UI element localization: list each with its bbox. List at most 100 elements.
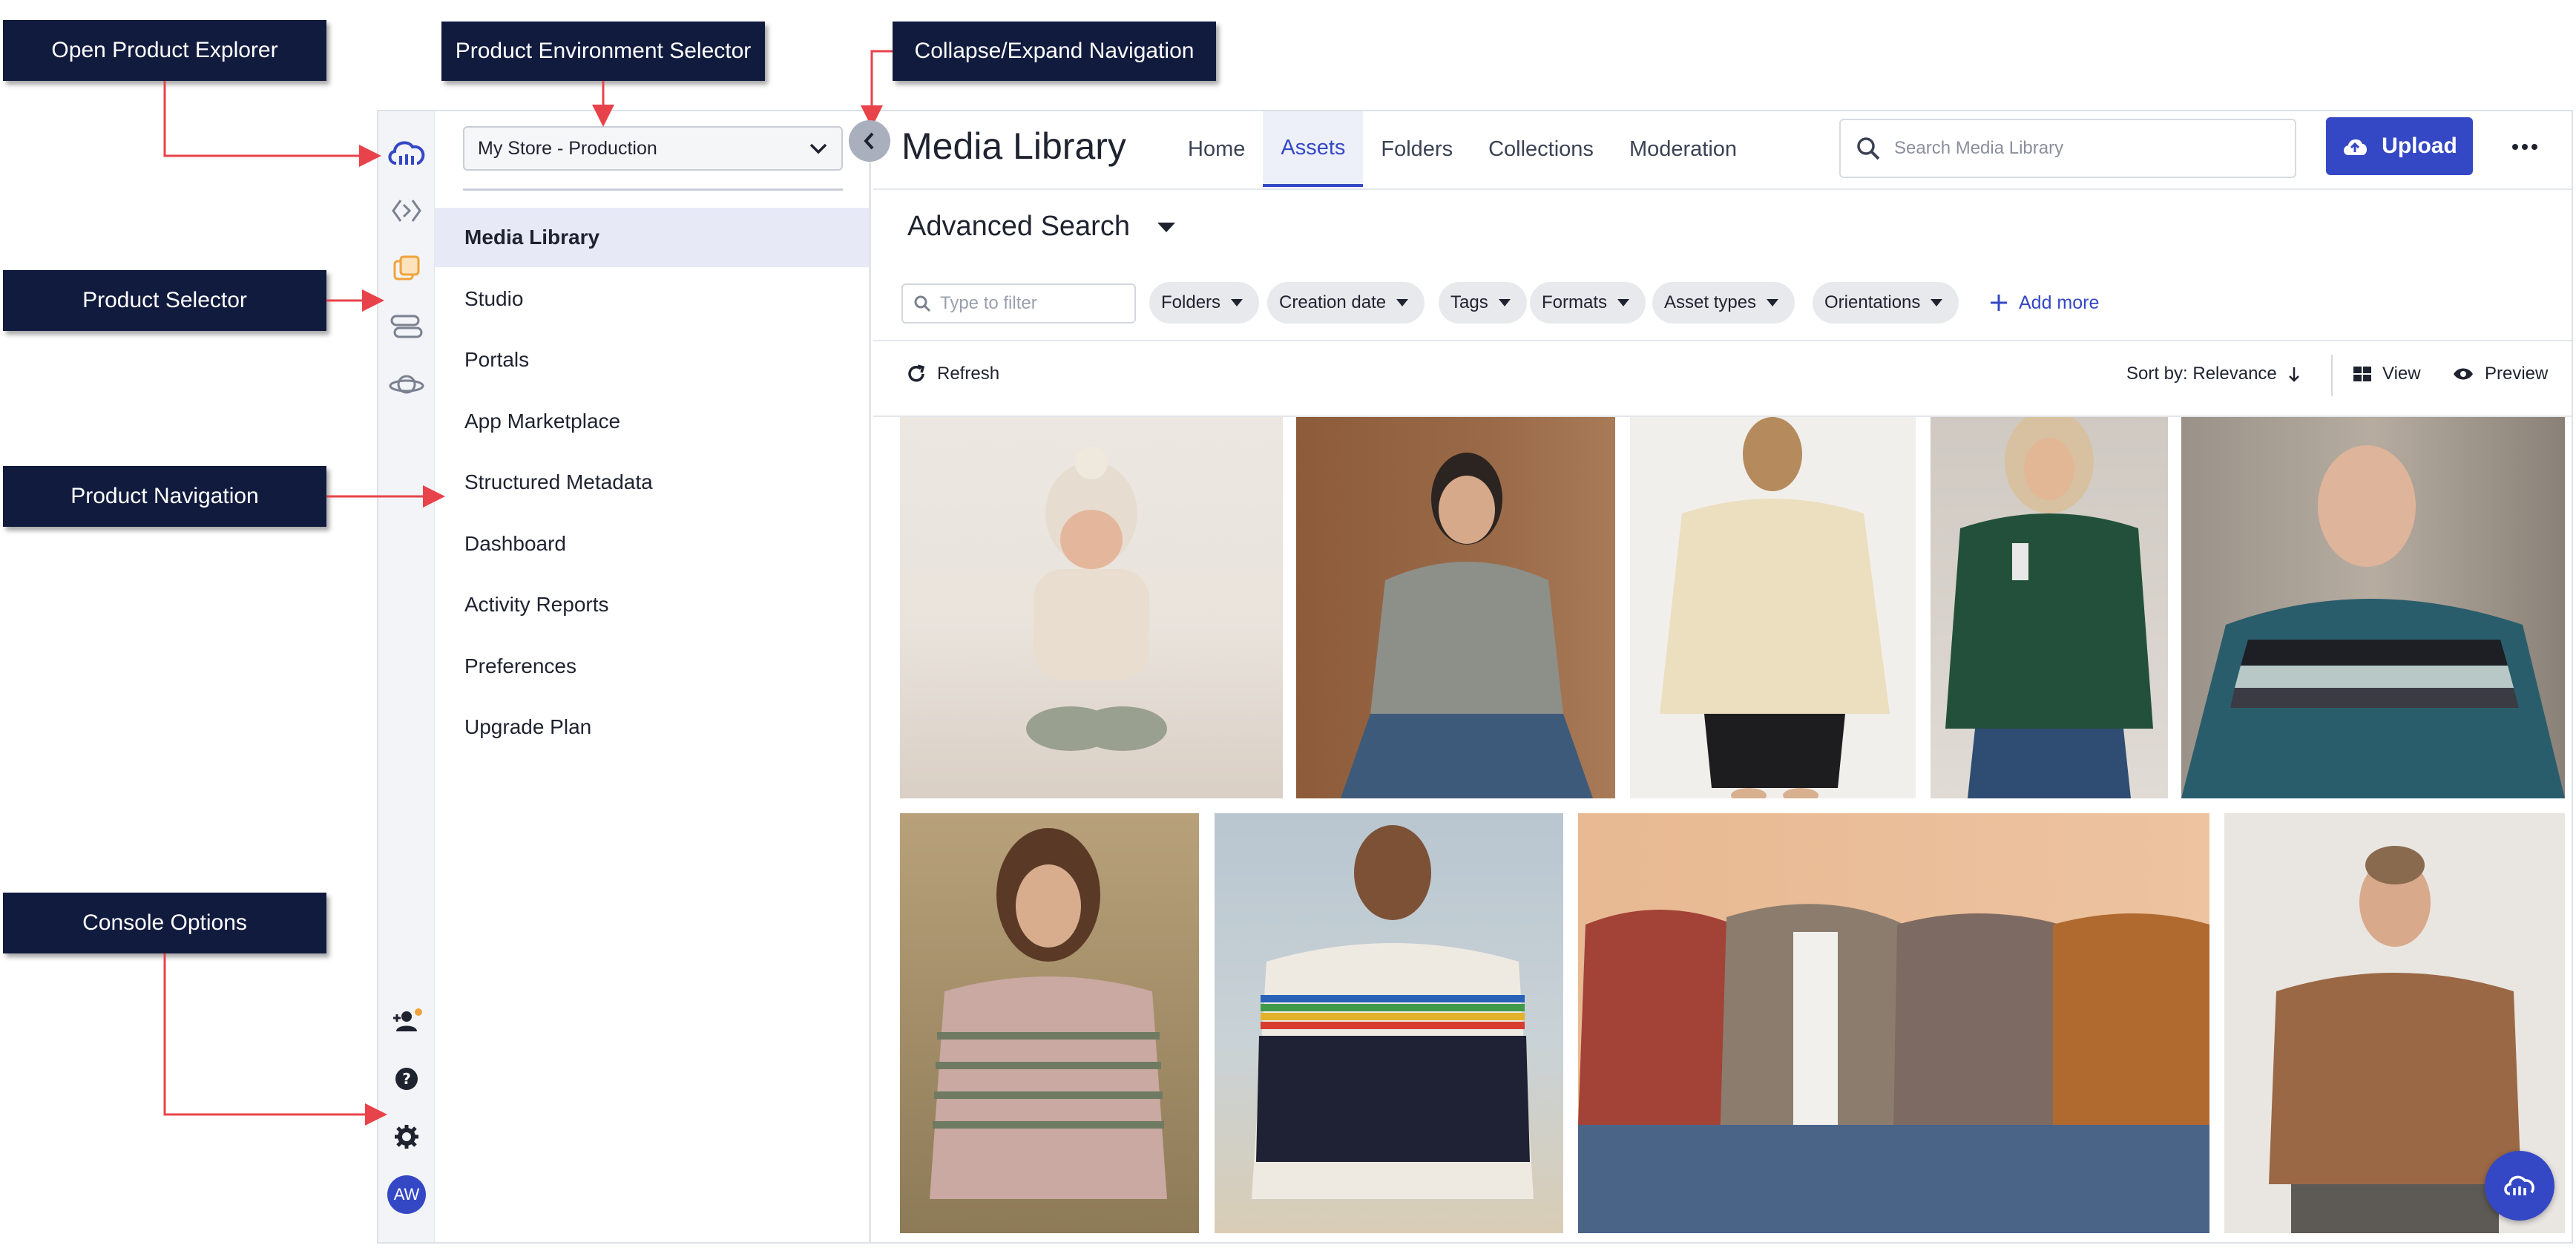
invite-user-icon: [393, 1008, 422, 1031]
search-icon: [1857, 137, 1880, 160]
stack-icon: [390, 315, 423, 338]
layers-icon: [393, 255, 420, 280]
eye-icon: [2454, 368, 2473, 380]
filter-chip-asset-types[interactable]: Asset types: [1652, 282, 1795, 324]
chip-label: Orientations: [1824, 292, 1921, 312]
search-input[interactable]: Search Media Library: [1839, 119, 2296, 178]
user-avatar-button[interactable]: AW: [378, 1172, 435, 1217]
nav-divider: [463, 188, 843, 191]
nav-item-structured-metadata[interactable]: Structured Metadata: [435, 453, 869, 512]
invite-user-button[interactable]: [378, 999, 435, 1043]
advanced-search-toggle[interactable]: Advanced Search: [907, 211, 1176, 243]
caret-down-icon: [1931, 299, 1943, 306]
refresh-button[interactable]: Refresh: [906, 364, 999, 384]
nav-item-studio[interactable]: Studio: [435, 269, 869, 329]
code-brackets-icon: [392, 200, 421, 222]
add-more-filters-button[interactable]: Add more: [1989, 282, 2099, 324]
caret-down-icon: [1231, 299, 1243, 306]
assistant-button[interactable]: [2485, 1151, 2554, 1221]
man-rainbow-stripe-sweater-photo: [1252, 825, 1534, 1199]
callout-collapse-expand-navigation: Collapse/Expand Navigation: [893, 22, 1216, 81]
filter-placeholder: Type to filter: [940, 293, 1037, 313]
asset-thumbnail-group-cardigans-photo[interactable]: [1578, 813, 2209, 1233]
refresh-label: Refresh: [937, 364, 1000, 384]
filter-chip-orientations[interactable]: Orientations: [1813, 282, 1959, 324]
cloud-logo-icon: [388, 141, 425, 165]
woman-grey-sweater-photo: [1341, 453, 1593, 798]
asset-thumbnail-woman-fairisle-sweater-photo[interactable]: [900, 813, 1199, 1233]
view-button[interactable]: View: [2353, 364, 2421, 384]
filter-chip-tags[interactable]: Tags: [1439, 282, 1527, 324]
gear-icon: [395, 1125, 418, 1149]
filter-chip-formats[interactable]: Formats: [1530, 282, 1646, 324]
asset-thumbnail-woman-cream-pullover-photo[interactable]: [1630, 417, 1916, 798]
asset-thumbnail-man-rainbow-stripe-sweater-photo[interactable]: [1215, 813, 1563, 1233]
asset-thumbnail-baby-in-knit-hat-photo[interactable]: [900, 417, 1283, 798]
tab-collections[interactable]: Collections: [1471, 111, 1611, 187]
arrow-open-product-explorer: [163, 81, 381, 167]
main-content: Media Library Home Assets Folders Collec…: [873, 111, 2572, 1242]
nav-item-app-marketplace[interactable]: App Marketplace: [435, 392, 869, 451]
filter-chip-creation-date[interactable]: Creation date: [1267, 282, 1425, 324]
filter-chip-folders[interactable]: Folders: [1149, 282, 1260, 324]
product-rail: ? AW: [378, 111, 435, 1242]
woman-cream-pullover-photo: [1660, 417, 1890, 798]
more-icon: [2512, 144, 2537, 150]
asset-thumbnail-woman-green-cable-knit-photo[interactable]: [1931, 417, 2168, 798]
view-label: View: [2382, 364, 2421, 384]
chip-label: Asset types: [1664, 292, 1757, 312]
callout-open-product-explorer: Open Product Explorer: [3, 20, 326, 81]
nav-item-dashboard[interactable]: Dashboard: [435, 514, 869, 574]
product-explorer-button[interactable]: [378, 131, 435, 175]
chip-label: Tags: [1450, 292, 1488, 312]
tab-assets[interactable]: Assets: [1263, 111, 1364, 187]
search-placeholder: Search Media Library: [1894, 138, 2064, 158]
help-button[interactable]: ?: [378, 1057, 435, 1101]
chip-label: Creation date: [1279, 292, 1387, 312]
woman-green-cable-knit-photo: [1945, 417, 2153, 798]
settings-button[interactable]: [378, 1114, 435, 1159]
more-options-button[interactable]: [2503, 126, 2547, 168]
callout-product-navigation: Product Navigation: [3, 466, 326, 527]
sort-label: Sort by: Relevance: [2126, 364, 2277, 384]
collapse-navigation-button[interactable]: [849, 120, 890, 162]
search-icon: [914, 295, 931, 312]
plus-icon: [1991, 295, 2007, 311]
callout-console-options: Console Options: [3, 893, 326, 953]
chevron-down-icon: [809, 143, 827, 154]
filter-input[interactable]: Type to filter: [901, 283, 1136, 324]
tab-folders[interactable]: Folders: [1363, 111, 1471, 187]
preview-button[interactable]: Preview: [2452, 364, 2548, 384]
product-selector-planet[interactable]: [378, 362, 435, 407]
nav-item-portals[interactable]: Portals: [435, 330, 869, 390]
sort-dropdown[interactable]: Sort by: Relevance: [2126, 364, 2301, 384]
toolbar-divider: [2331, 355, 2333, 396]
product-selector-integrations[interactable]: [378, 188, 435, 233]
group-cardigans-photo: [1578, 904, 2209, 1233]
tab-home[interactable]: Home: [1170, 111, 1263, 187]
environment-label: My Store - Production: [478, 137, 657, 159]
asset-thumbnail-man-striped-sweater-photo[interactable]: [2181, 417, 2565, 798]
chip-label: Folders: [1161, 292, 1221, 312]
add-more-label: Add more: [2019, 292, 2100, 313]
product-selector-video[interactable]: [378, 304, 435, 349]
product-selector-assets[interactable]: [378, 246, 435, 291]
environment-selector[interactable]: My Store - Production: [463, 126, 843, 171]
asset-thumbnail-woman-grey-sweater-photo[interactable]: [1296, 417, 1615, 798]
caret-down-icon: [1617, 299, 1630, 306]
preview-label: Preview: [2485, 364, 2549, 384]
baby-in-knit-hat-photo: [1026, 447, 1167, 751]
nav-item-preferences[interactable]: Preferences: [435, 637, 869, 696]
tab-bar: Home Assets Folders Collections Moderati…: [1170, 111, 1755, 187]
woman-fairisle-sweater-photo: [930, 828, 1167, 1199]
upload-button[interactable]: Upload: [2326, 117, 2473, 175]
nav-item-activity-reports[interactable]: Activity Reports: [435, 575, 869, 634]
product-navigation: My Store - Production Media Library Stud…: [435, 111, 871, 1242]
chevron-left-icon: [864, 132, 874, 150]
header-divider: [873, 188, 2572, 190]
tab-moderation[interactable]: Moderation: [1611, 111, 1755, 187]
nav-item-media-library[interactable]: Media Library: [435, 208, 869, 267]
arrow-down-icon: [2288, 367, 2299, 382]
caret-down-icon: [1396, 299, 1409, 306]
nav-item-upgrade-plan[interactable]: Upgrade Plan: [435, 697, 869, 757]
